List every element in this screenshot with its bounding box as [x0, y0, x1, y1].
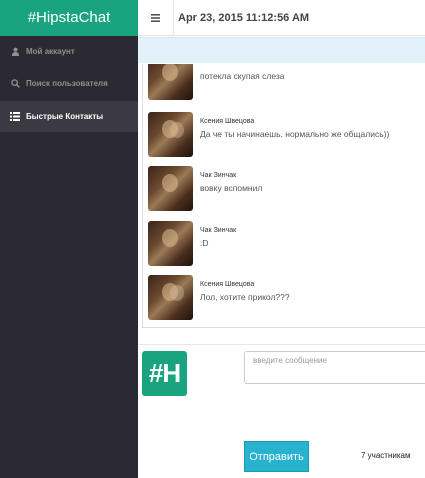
- hamburger-icon: [151, 9, 160, 27]
- message-text: :D: [200, 238, 209, 248]
- message-author: Ксения Швецова: [200, 118, 255, 125]
- avatar: [148, 64, 193, 100]
- list-icon: [9, 111, 21, 123]
- current-datetime: Apr 23, 2015 11:12:56 AM: [178, 12, 310, 24]
- message-input[interactable]: [244, 351, 425, 384]
- chat-messages-panel[interactable]: потекла скупая слеза Ксения Швецова Да ч…: [142, 64, 425, 328]
- sidebar-item-quick-contacts[interactable]: Быстрые Контакты: [0, 101, 138, 132]
- divider: [138, 344, 425, 345]
- avatar: [148, 275, 193, 320]
- topbar: Apr 23, 2015 11:12:56 AM: [138, 0, 425, 36]
- avatar: [148, 166, 193, 211]
- message-text: Да че ты начинаешь, нормально же общалис…: [200, 129, 390, 139]
- sidebar-item-search-user[interactable]: Поиск пользователя: [0, 68, 138, 99]
- app-logo: #H: [142, 351, 187, 396]
- info-bar: [138, 37, 425, 63]
- avatar: [148, 221, 193, 266]
- message-text: вовку вспомнил: [200, 183, 263, 193]
- search-icon: [9, 78, 21, 90]
- sidebar-item-label: Быстрые Контакты: [26, 112, 104, 121]
- brand-logo[interactable]: #HipstaChat: [0, 0, 138, 36]
- message-author: Ксения Швецова: [200, 281, 255, 288]
- chat-message: потекла скупая слеза: [148, 64, 423, 101]
- chat-message: Чак Зинчак вовку вспомнил: [148, 166, 423, 212]
- send-button[interactable]: Отправить: [244, 441, 309, 472]
- avatar: [148, 112, 193, 157]
- message-text: потекла скупая слеза: [200, 71, 285, 81]
- message-author: Чак Зинчак: [200, 172, 237, 179]
- menu-toggle-button[interactable]: [138, 0, 174, 36]
- chat-message: Ксения Швецова Да че ты начинаешь, норма…: [148, 112, 423, 158]
- sidebar-item-label: Мой аккаунт: [26, 47, 75, 56]
- sidebar-item-my-account[interactable]: Мой аккаунт: [0, 36, 138, 67]
- message-author: Чак Зинчак: [200, 227, 237, 234]
- user-icon: [9, 46, 21, 58]
- chat-message: Чак Зинчак :D: [148, 221, 423, 267]
- sidebar: #HipstaChat Мой аккаунт Поиск пользовате…: [0, 0, 138, 478]
- participants-count: 7 участникам: [361, 451, 411, 460]
- message-text: Лол, хотите прикол???: [200, 292, 290, 302]
- sidebar-item-label: Поиск пользователя: [26, 79, 108, 88]
- chat-message: Ксения Швецова Лол, хотите прикол???: [148, 275, 423, 321]
